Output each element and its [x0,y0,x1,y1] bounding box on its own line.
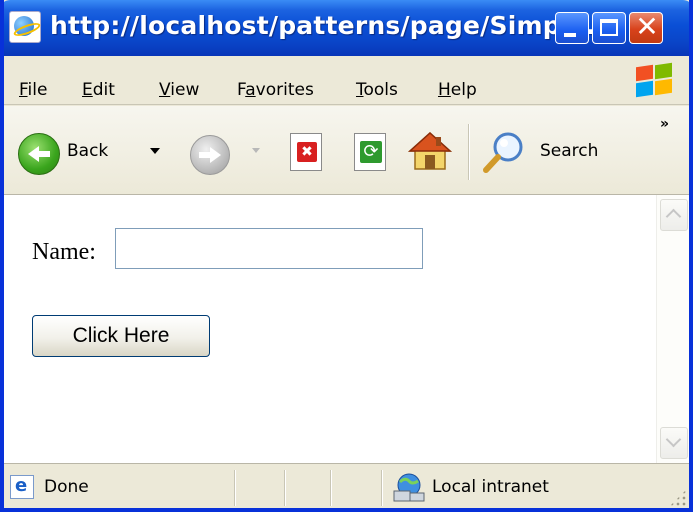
menu-file[interactable]: File [19,80,47,100]
status-divider [330,470,332,506]
back-button-label[interactable]: Back [67,141,108,161]
minimize-button[interactable] [555,12,589,44]
browser-window: http://localhost/patterns/page/Simpl… ✕ … [0,0,693,512]
page-content: Name: Click Here [4,195,689,463]
menu-tools-accel: T [356,80,364,100]
close-icon: ✕ [635,10,659,43]
search-magnifier-icon[interactable] [482,130,526,174]
name-label: Name: [32,239,96,265]
window-title: http://localhost/patterns/page/Simpl… [50,11,595,40]
close-button[interactable]: ✕ [629,10,663,44]
windows-logo-icon [634,62,674,98]
menu-view-accel: V [159,80,171,100]
status-divider [234,470,236,506]
home-icon[interactable] [408,129,452,173]
scroll-down-button[interactable] [660,427,688,459]
name-input[interactable] [115,228,423,269]
local-intranet-icon [393,473,425,502]
maximize-button[interactable] [592,12,626,44]
status-bar: Done Local intranet [4,463,689,508]
menu-file-accel: F [19,80,28,100]
scroll-up-button[interactable] [660,199,688,231]
status-divider [381,470,383,506]
menu-edit-rest: dit [92,80,115,100]
menu-bar: File Edit View Favorites Tools Help [4,56,689,105]
maximize-icon [600,19,618,36]
resize-grip[interactable] [669,489,687,507]
back-dropdown-arrow[interactable] [150,148,160,154]
forward-arrow-icon[interactable] [190,135,230,175]
menu-edit-accel: E [82,80,93,100]
toolbar-separator [468,124,470,180]
refresh-icon[interactable] [354,133,386,171]
ie-status-icon [10,475,34,499]
menu-tools[interactable]: Tools [356,80,398,100]
menu-edit[interactable]: Edit [82,80,115,100]
zone-text: Local intranet [432,477,549,497]
menu-help[interactable]: Help [438,80,477,100]
forward-dropdown-arrow[interactable] [252,148,260,153]
search-button-label[interactable]: Search [540,141,598,161]
ie-page-icon [9,11,41,43]
menu-tools-rest: ools [363,80,398,100]
toolbar-overflow-chevron[interactable]: » [660,116,669,132]
menu-file-rest: ile [27,80,48,100]
stop-icon[interactable] [290,133,322,171]
vertical-scrollbar[interactable] [656,195,689,463]
title-bar[interactable]: http://localhost/patterns/page/Simpl… ✕ [4,0,689,56]
menu-favorites-rest: vorites [255,80,314,100]
status-divider [284,470,286,506]
menu-view[interactable]: View [159,80,199,100]
menu-favorites[interactable]: Favorites [237,80,314,100]
menu-help-accel: H [438,80,451,100]
menu-view-rest: iew [170,80,200,100]
standard-toolbar: Back Search » [4,106,689,195]
back-arrow-icon[interactable] [18,133,60,175]
menu-favorites-pre: F [237,80,246,100]
click-here-button[interactable]: Click Here [32,315,210,357]
status-text: Done [44,477,89,497]
menu-favorites-accel: a [245,80,256,100]
minimize-icon [564,33,576,37]
menu-help-rest: elp [450,80,477,100]
